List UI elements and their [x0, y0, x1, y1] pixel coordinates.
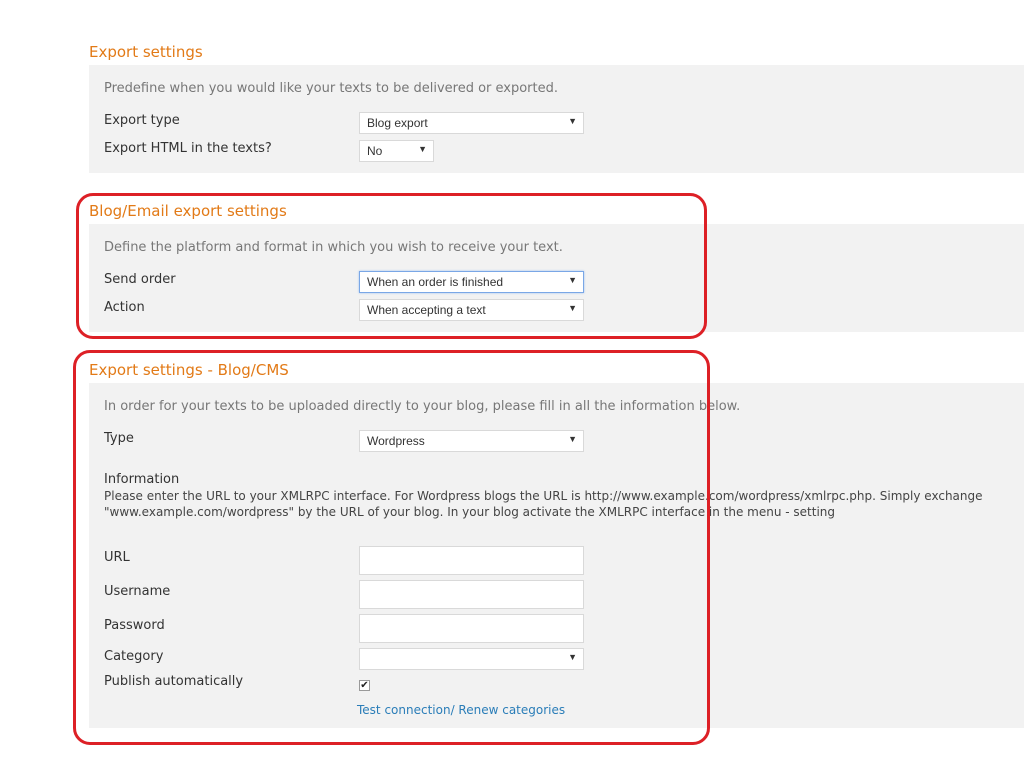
- action-label: Action: [104, 300, 145, 315]
- blog-email-description: Define the platform and format in which …: [104, 240, 563, 255]
- export-type-select[interactable]: Blog export ▼: [359, 112, 584, 134]
- blog-cms-description: In order for your texts to be uploaded d…: [104, 399, 741, 414]
- chevron-down-icon: ▼: [568, 652, 577, 662]
- type-select[interactable]: Wordpress ▼: [359, 430, 584, 452]
- username-input[interactable]: [359, 580, 584, 609]
- blog-email-title: Blog/Email export settings: [89, 202, 287, 220]
- url-input[interactable]: [359, 546, 584, 575]
- test-connection-link[interactable]: Test connection/ Renew categories: [357, 703, 565, 717]
- export-settings-description: Predefine when you would like your texts…: [104, 81, 558, 96]
- export-settings-title: Export settings: [89, 43, 203, 61]
- checkmark-icon: ✔: [360, 680, 369, 691]
- publish-automatically-checkbox[interactable]: ✔: [359, 680, 370, 691]
- password-input[interactable]: [359, 614, 584, 643]
- information-text: Please enter the URL to your XMLRPC inte…: [104, 489, 983, 519]
- send-order-label: Send order: [104, 272, 176, 287]
- information-heading: Information: [104, 472, 180, 487]
- chevron-down-icon: ▼: [568, 303, 577, 313]
- action-select[interactable]: When accepting a text ▼: [359, 299, 584, 321]
- blog-cms-title: Export settings - Blog/CMS: [89, 361, 289, 379]
- export-html-select[interactable]: No ▼: [359, 140, 434, 162]
- action-value: When accepting a text: [367, 303, 486, 317]
- category-label: Category: [104, 649, 164, 664]
- send-order-select[interactable]: When an order is finished ▼: [359, 271, 584, 293]
- url-label: URL: [104, 550, 130, 565]
- publish-automatically-label: Publish automatically: [104, 674, 244, 689]
- chevron-down-icon: ▼: [568, 434, 577, 444]
- type-label: Type: [104, 431, 134, 446]
- send-order-value: When an order is finished: [367, 275, 504, 289]
- export-type-value: Blog export: [367, 116, 428, 130]
- chevron-down-icon: ▼: [418, 144, 427, 154]
- type-value: Wordpress: [367, 434, 425, 448]
- export-type-label: Export type: [104, 113, 180, 128]
- export-html-value: No: [367, 144, 383, 158]
- chevron-down-icon: ▼: [568, 275, 577, 285]
- chevron-down-icon: ▼: [568, 116, 577, 126]
- export-html-label: Export HTML in the texts?: [104, 141, 272, 156]
- username-label: Username: [104, 584, 171, 599]
- category-select[interactable]: ▼: [359, 648, 584, 670]
- password-label: Password: [104, 618, 165, 633]
